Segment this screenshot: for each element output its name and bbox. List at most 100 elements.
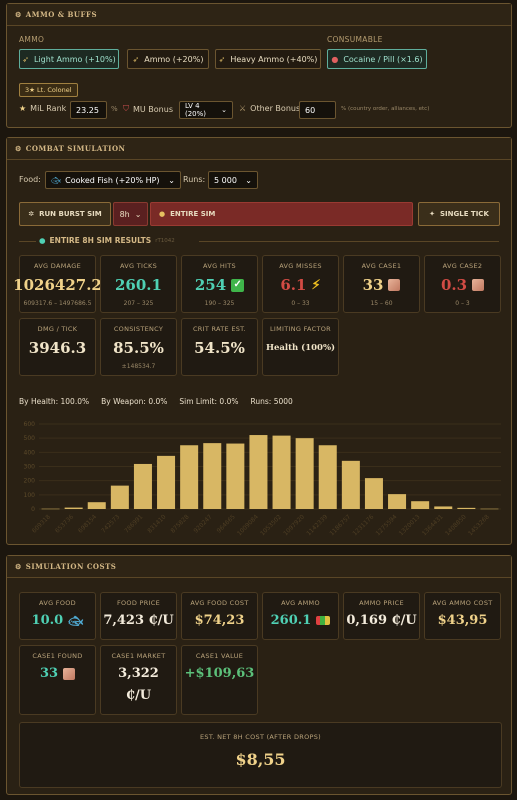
stat-value: 6.1 ⚡︎ <box>280 276 321 294</box>
x-tick-label: 1275594 <box>375 513 399 537</box>
x-tick-label: 1408850 <box>444 513 468 537</box>
fish-icon: 🐟︎ <box>68 613 84 628</box>
ammo-icon <box>316 616 331 625</box>
x-tick-label: 1097920 <box>282 513 306 537</box>
stat-value: 254 ✓ <box>182 276 257 294</box>
stat-sub: 609317.6 – 1497686.5 <box>23 300 92 307</box>
bar-0 <box>41 508 60 510</box>
stat-title: LIMITING FACTOR <box>269 325 332 333</box>
x-tick-label: 831410 <box>146 513 167 534</box>
x-tick-label: 742573 <box>100 513 121 534</box>
bar-1 <box>64 507 83 509</box>
bar-4 <box>133 463 152 509</box>
summary-weapon: By Weapon: 0.0% <box>101 397 168 406</box>
bar-8 <box>226 443 245 509</box>
stat-value: 54.5% <box>194 339 245 357</box>
net-cost-card: EST. NET 8H COST (AFTER DROPS) $8,55 <box>19 722 502 788</box>
bar-5 <box>157 455 176 509</box>
cost-card-6: CASE1 FOUND 33 <box>19 645 96 715</box>
gear-icon: ⚙ <box>15 144 22 153</box>
food-select[interactable]: 🐟︎ Cooked Fish (+20% HP) ⌄ <box>45 171 181 189</box>
stat-value: 33 <box>344 276 419 294</box>
run-burst-sim-button[interactable]: ✲ RUN BURST SIM <box>19 202 111 226</box>
swords-icon: ⚔ <box>239 104 247 113</box>
stat-value: Health (100%) <box>265 343 336 353</box>
light-ammo-button[interactable]: ➶ Light Ammo (+10%) <box>19 49 119 69</box>
ammo-label: AMMO <box>19 35 45 44</box>
stat-title: DMG / TICK <box>37 325 78 333</box>
stat-title: AVG CASE2 <box>442 262 483 270</box>
y-tick-label: 600 <box>24 421 36 428</box>
bar-14 <box>364 478 383 509</box>
mil-rank-group: ★ MiL Rank <box>19 104 67 113</box>
mil-rank-input[interactable]: 23.25 <box>70 101 107 119</box>
combat-sim-header: ⚙ COMBAT SIMULATION <box>7 138 511 160</box>
stat-card-1: AVG TICKS 260.1 207 – 325 <box>100 255 177 313</box>
single-tick-button[interactable]: ✦ SINGLE TICK <box>418 202 500 226</box>
other-bonus-note: % (country order, alliances, etc) <box>341 106 430 112</box>
entire-sim-button[interactable]: ● ENTIRE SIM <box>150 202 413 226</box>
stat-title: CONSISTENCY <box>113 325 164 333</box>
stat-value: 0.3 <box>425 276 500 294</box>
target-icon: ● <box>159 210 166 218</box>
stat-value: 1026427.2 <box>13 276 102 294</box>
check-icon: ✓ <box>231 278 245 292</box>
stat-card-2: AVG HITS 254 ✓ 190 – 325 <box>181 255 258 313</box>
cost-value: 10.0 🐟︎ <box>31 613 84 628</box>
runs-select[interactable]: 5 000 ⌄ <box>208 171 258 189</box>
stat-card-0: AVG DAMAGE 1026427.2 609317.6 – 1497686.… <box>13 255 102 313</box>
y-tick-label: 200 <box>24 478 36 485</box>
other-bonus-group: ⚔ Other Bonus <box>239 104 301 113</box>
x-tick-label: 1231176 <box>352 513 376 537</box>
x-tick-label: 1453268 <box>467 513 491 537</box>
cost-card-7: CASE1 MARKET 3,322 ₵/U <box>100 645 177 715</box>
y-tick-label: 300 <box>24 464 36 471</box>
cost-title: CASE1 MARKET <box>111 652 166 660</box>
mil-rank-percent: % <box>111 105 118 113</box>
duration-select[interactable]: 8h ⌄ <box>113 202 148 226</box>
cocaine-pill-button[interactable]: ● Cocaine / Pill (×1.6) <box>327 49 427 69</box>
cost-title: CASE1 FOUND <box>32 652 83 660</box>
other-bonus-input[interactable]: 60 <box>299 101 336 119</box>
x-tick-label: 875828 <box>169 513 190 534</box>
stat-title: AVG DAMAGE <box>33 262 81 270</box>
stat-card-9: LIMITING FACTOR Health (100%) <box>262 318 339 376</box>
cost-title: FOOD PRICE <box>116 599 161 607</box>
stat-sub: 190 – 325 <box>204 300 235 307</box>
x-tick-label: 920247 <box>193 513 214 534</box>
ammo-buffs-panel: ⚙ AMMO & BUFFS AMMO CONSUMABLE ➶ Light Amm… <box>6 3 512 128</box>
cost-card-8: CASE1 VALUE +$109,63 <box>181 645 258 715</box>
fish-icon: 🐟︎ <box>51 175 62 185</box>
pill-icon: ● <box>331 54 339 64</box>
ammo-buffs-header: ⚙ AMMO & BUFFS <box>7 4 511 26</box>
heavy-ammo-button[interactable]: ➶ Heavy Ammo (+40%) <box>215 49 321 69</box>
stat-sub: 0 – 3 <box>455 300 470 307</box>
bar-15 <box>388 494 407 509</box>
stat-title: CRIT RATE EST. <box>192 325 247 333</box>
cost-title: CASE1 VALUE <box>195 652 244 660</box>
x-tick-label: 1364431 <box>421 513 445 537</box>
mu-bonus-select[interactable]: LV 4 (20%) ⌄ <box>179 101 233 119</box>
bar-2 <box>87 502 106 509</box>
consumable-label: CONSUMABLE <box>327 35 383 44</box>
burst-icon: ✲ <box>28 210 35 218</box>
y-tick-label: 500 <box>24 435 36 442</box>
bar-16 <box>411 501 430 509</box>
x-tick-label: 1053502 <box>259 513 283 537</box>
bar-17 <box>434 506 453 509</box>
chevron-down-icon: ⌄ <box>168 175 175 185</box>
ammo-button[interactable]: ➶ Ammo (+20%) <box>127 49 209 69</box>
simulation-costs-panel: ⚙ SIMULATION COSTS AVG FOOD 10.0 🐟︎ FOOD PRI… <box>6 555 512 795</box>
y-tick-label: 0 <box>31 506 35 513</box>
results-divider-right <box>199 241 499 242</box>
cost-value: 0,169 ₵/U <box>346 613 417 628</box>
cost-value: +$109,63 <box>184 666 255 681</box>
star-icon: ★ <box>19 104 27 113</box>
cost-value: $74,23 <box>194 613 245 628</box>
results-title: ● ENTIRE 8H SIM RESULTS rT1042 <box>39 236 175 245</box>
bullet-icon: ➶ <box>22 54 29 64</box>
runs-label: Runs: <box>183 175 206 184</box>
cost-card-4: AMMO PRICE 0,169 ₵/U <box>343 592 420 640</box>
stat-sub: ±148534.7 <box>121 363 156 370</box>
cost-value: 7,423 ₵/U <box>103 613 174 628</box>
